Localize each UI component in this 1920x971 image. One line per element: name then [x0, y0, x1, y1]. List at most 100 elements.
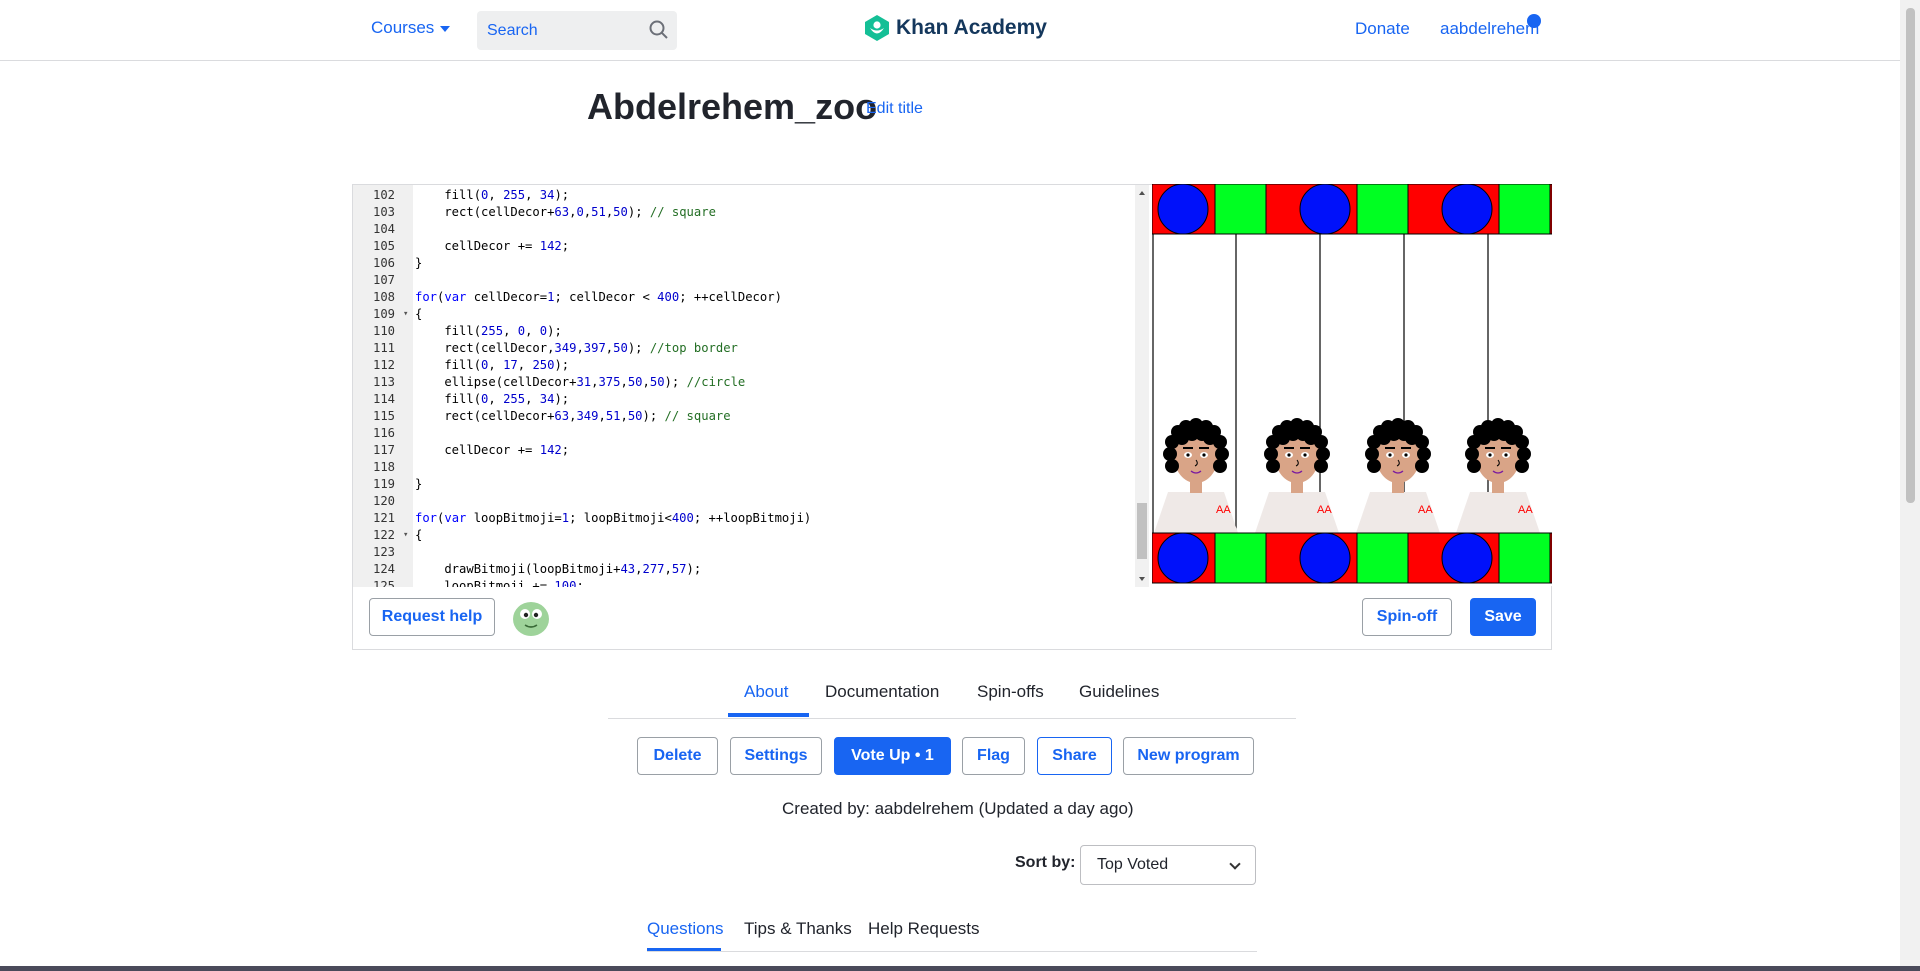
green-square: [1356, 532, 1409, 584]
line-number: 111: [373, 341, 396, 355]
code-text: }: [415, 477, 423, 491]
bitmoji-label: AA: [1317, 504, 1332, 516]
output-canvas[interactable]: AA AA AA AA: [1152, 184, 1552, 586]
line-number: 112: [373, 358, 396, 372]
fold-arrow-icon[interactable]: ▾: [403, 306, 408, 323]
khan-academy-logo[interactable]: Khan Academy: [864, 14, 1047, 42]
green-square: [1214, 184, 1267, 235]
code-text: fill(255, 0, 0);: [415, 324, 562, 338]
code-text: {: [415, 528, 423, 542]
code-text: cellDecor += 142;: [415, 443, 570, 457]
avatar-blob-icon[interactable]: [511, 598, 551, 638]
scroll-down-arrow-icon[interactable]: [1135, 573, 1149, 585]
settings-button[interactable]: Settings: [730, 737, 822, 775]
line-number: 121: [373, 511, 396, 525]
spin-off-button[interactable]: Spin-off: [1362, 598, 1452, 636]
bitmoji-hair-curl: [1264, 447, 1278, 461]
line-number: 116: [373, 426, 396, 440]
search-box[interactable]: [477, 11, 677, 50]
line-number: 109: [373, 307, 396, 321]
code-text: fill(0, 255, 34);: [415, 392, 570, 406]
sort-by-label: Sort by:: [1015, 854, 1076, 871]
fold-arrow-icon[interactable]: ▾: [403, 527, 408, 544]
line-number: 110: [373, 324, 396, 338]
line-number: 104: [373, 222, 396, 236]
code-text: fill(0, 17, 250);: [415, 358, 570, 372]
active-tab-indicator: [728, 713, 809, 717]
tab-spin-offs[interactable]: Spin-offs: [977, 682, 1044, 702]
scroll-up-arrow-icon[interactable]: [1135, 187, 1149, 199]
top-navigation-bar: Courses Khan Academy Donate aabdelrehem: [0, 0, 1900, 61]
new-program-button[interactable]: New program: [1123, 737, 1254, 775]
tab-questions[interactable]: Questions: [647, 919, 724, 939]
bitmoji-hair-curl: [1517, 447, 1531, 461]
share-button[interactable]: Share: [1037, 737, 1112, 775]
green-square: [1356, 184, 1409, 235]
line-number: 124: [373, 562, 396, 576]
blue-circle: [1157, 184, 1209, 235]
bitmoji-hair-curl: [1417, 447, 1431, 461]
save-button[interactable]: Save: [1470, 598, 1536, 636]
tab-documentation[interactable]: Documentation: [825, 682, 939, 702]
notification-dot-icon: [1527, 14, 1541, 28]
flag-button[interactable]: Flag: [962, 737, 1025, 775]
code-scrollbar-thumb[interactable]: [1137, 503, 1147, 559]
line-number: 114: [373, 392, 396, 406]
sort-select[interactable]: Top Voted: [1080, 845, 1256, 885]
bitmoji-pupil: [1504, 453, 1508, 457]
search-input[interactable]: [487, 21, 637, 40]
code-text: rect(cellDecor+63,349,51,50); // square: [415, 409, 731, 423]
bitmoji-pupil: [1303, 453, 1307, 457]
courses-menu[interactable]: Courses: [371, 18, 451, 38]
bitmoji-hair-curl: [1415, 459, 1429, 473]
line-number: 118: [373, 460, 396, 474]
code-text: for(var loopBitmoji=1; loopBitmoji<400; …: [415, 511, 812, 525]
code-text: }: [415, 256, 423, 270]
blue-circle: [1441, 184, 1493, 235]
bitmoji-pupil: [1202, 453, 1206, 457]
taskbar-strip: [0, 966, 1920, 971]
bitmoji-pupil: [1186, 453, 1190, 457]
line-number: 123: [373, 545, 396, 559]
request-help-button[interactable]: Request help: [369, 598, 495, 636]
donate-link[interactable]: Donate: [1355, 19, 1410, 39]
sort-selected-value: Top Voted: [1097, 856, 1169, 873]
code-text: rect(cellDecor,349,397,50); //top border: [415, 341, 738, 355]
chevron-down-icon: [1229, 858, 1241, 870]
line-number: 113: [373, 375, 396, 389]
program-editor: 102 fill(0, 255, 34); 103 rect(cellDecor+…: [352, 184, 1552, 650]
tab-guidelines[interactable]: Guidelines: [1079, 682, 1159, 702]
code-editor[interactable]: 102 fill(0, 255, 34); 103 rect(cellDecor+…: [353, 185, 1135, 587]
bitmoji-hair-curl: [1397, 427, 1411, 441]
bitmoji-hair-curl: [1367, 459, 1381, 473]
bitmoji-pupil: [1287, 453, 1291, 457]
code-text: loopBitmoji += 100;: [415, 579, 584, 587]
line-number: 115: [373, 409, 396, 423]
tabs-divider: [608, 718, 1296, 719]
delete-button[interactable]: Delete: [637, 737, 718, 775]
code-text: cellDecor += 142;: [415, 239, 570, 253]
bitmoji-hair-curl: [1365, 447, 1379, 461]
bitmoji-pupil: [1404, 453, 1408, 457]
code-text: fill(0, 255, 34);: [415, 188, 570, 202]
bitmoji-hair-curl: [1316, 447, 1330, 461]
line-number: 119: [373, 477, 396, 491]
user-menu[interactable]: aabdelrehem: [1440, 19, 1539, 39]
page-scrollbar-thumb[interactable]: [1906, 8, 1915, 503]
courses-label: Courses: [371, 18, 435, 37]
edit-title-link[interactable]: Edit title: [866, 100, 923, 118]
bitmoji-pupil: [1388, 453, 1392, 457]
bitmoji-pupil: [1488, 453, 1492, 457]
search-icon[interactable]: [649, 20, 669, 40]
code-text: for(var cellDecor=1; cellDecor < 400; ++…: [415, 290, 782, 304]
active-discussion-tab-indicator: [647, 948, 721, 951]
created-by-text: Created by: aabdelrehem (Updated a day a…: [782, 799, 1134, 818]
discussion-tabs-divider: [647, 951, 1257, 952]
line-number: 103: [373, 205, 396, 219]
tab-about[interactable]: About: [744, 682, 788, 702]
tab-tips-thanks[interactable]: Tips & Thanks: [744, 919, 852, 939]
tab-help-requests[interactable]: Help Requests: [868, 919, 980, 939]
line-number: 107: [373, 273, 396, 287]
vote-up-button[interactable]: Vote Up • 1: [834, 737, 951, 775]
program-title: Abdelrehem_zoo: [587, 86, 878, 127]
